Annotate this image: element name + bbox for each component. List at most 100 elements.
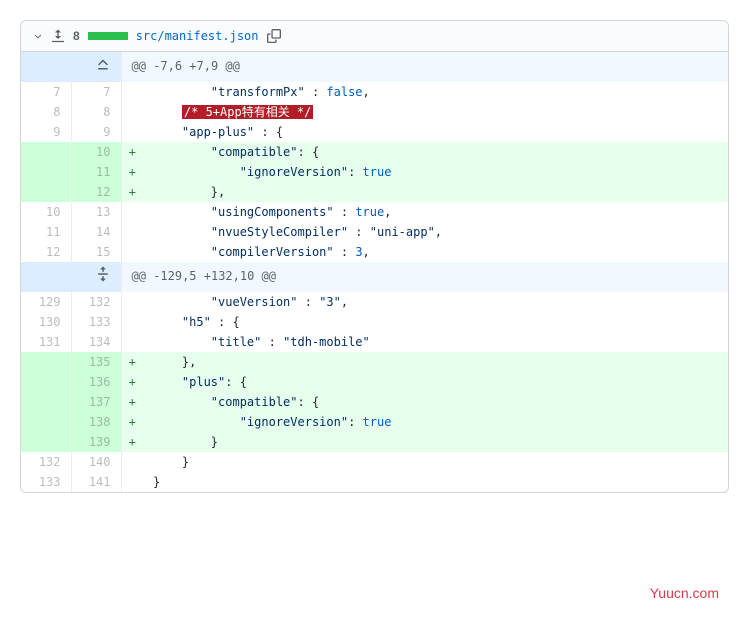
hunk-header-text: @@ -7,6 +7,9 @@ bbox=[121, 52, 728, 82]
old-line-number[interactable] bbox=[21, 162, 71, 182]
code-line[interactable]: "title" : "tdh-mobile" bbox=[143, 332, 728, 352]
new-line-number[interactable]: 8 bbox=[71, 102, 121, 122]
code-line[interactable]: /* 5+App特有相关 */ bbox=[143, 102, 728, 122]
code-line[interactable]: } bbox=[143, 452, 728, 472]
new-line-number[interactable]: 10 bbox=[71, 142, 121, 162]
old-line-number[interactable]: 129 bbox=[21, 292, 71, 312]
new-line-number[interactable]: 135 bbox=[71, 352, 121, 372]
new-line-number[interactable]: 134 bbox=[71, 332, 121, 352]
diff-row: 12+ }, bbox=[21, 182, 728, 202]
diff-row: 1215 "compilerVersion" : 3, bbox=[21, 242, 728, 262]
new-line-number[interactable]: 138 bbox=[71, 412, 121, 432]
diff-row: 10+ "compatible": { bbox=[21, 142, 728, 162]
diff-row: 131134 "title" : "tdh-mobile" bbox=[21, 332, 728, 352]
code-line[interactable]: "usingComponents" : true, bbox=[143, 202, 728, 222]
diff-marker: + bbox=[121, 372, 143, 392]
old-line-number[interactable]: 130 bbox=[21, 312, 71, 332]
expand-button[interactable] bbox=[21, 262, 121, 292]
expand-icon bbox=[95, 266, 111, 282]
old-line-number[interactable] bbox=[21, 372, 71, 392]
code-line[interactable]: "ignoreVersion": true bbox=[143, 412, 728, 432]
chevron-down-icon[interactable] bbox=[33, 31, 43, 41]
new-line-number[interactable]: 133 bbox=[71, 312, 121, 332]
diff-marker: + bbox=[121, 142, 143, 162]
code-line[interactable]: "ignoreVersion": true bbox=[143, 162, 728, 182]
code-line[interactable]: "transformPx" : false, bbox=[143, 82, 728, 102]
old-line-number[interactable] bbox=[21, 142, 71, 162]
code-line[interactable]: "nvueStyleCompiler" : "uni-app", bbox=[143, 222, 728, 242]
hunk-header-row: @@ -129,5 +132,10 @@ bbox=[21, 262, 728, 292]
diff-row: 77 "transformPx" : false, bbox=[21, 82, 728, 102]
new-line-number[interactable]: 15 bbox=[71, 242, 121, 262]
code-line[interactable]: "compilerVersion" : 3, bbox=[143, 242, 728, 262]
diff-row: 138+ "ignoreVersion": true bbox=[21, 412, 728, 432]
diff-marker: + bbox=[121, 182, 143, 202]
diff-marker bbox=[121, 312, 143, 332]
code-line[interactable]: } bbox=[143, 432, 728, 452]
diff-row: 129132 "vueVersion" : "3", bbox=[21, 292, 728, 312]
new-line-number[interactable]: 139 bbox=[71, 432, 121, 452]
diff-row: 135+ }, bbox=[21, 352, 728, 372]
diff-marker bbox=[121, 222, 143, 242]
code-line[interactable]: "app-plus" : { bbox=[143, 122, 728, 142]
code-line[interactable]: "compatible": { bbox=[143, 142, 728, 162]
diff-row: 139+ } bbox=[21, 432, 728, 452]
old-line-number[interactable]: 10 bbox=[21, 202, 71, 222]
old-line-number[interactable] bbox=[21, 432, 71, 452]
old-line-number[interactable] bbox=[21, 182, 71, 202]
diff-row: 130133 "h5" : { bbox=[21, 312, 728, 332]
new-line-number[interactable]: 141 bbox=[71, 472, 121, 492]
old-line-number[interactable]: 8 bbox=[21, 102, 71, 122]
diff-row: 137+ "compatible": { bbox=[21, 392, 728, 412]
code-line[interactable]: "plus": { bbox=[143, 372, 728, 392]
diff-row: 1114 "nvueStyleCompiler" : "uni-app", bbox=[21, 222, 728, 242]
diff-marker bbox=[121, 292, 143, 312]
old-line-number[interactable]: 12 bbox=[21, 242, 71, 262]
diff-marker: + bbox=[121, 392, 143, 412]
old-line-number[interactable]: 9 bbox=[21, 122, 71, 142]
code-line[interactable]: }, bbox=[143, 352, 728, 372]
diff-marker: + bbox=[121, 412, 143, 432]
change-count: 8 bbox=[73, 29, 80, 43]
code-line[interactable]: "compatible": { bbox=[143, 392, 728, 412]
expand-button[interactable] bbox=[21, 52, 121, 82]
new-line-number[interactable]: 11 bbox=[71, 162, 121, 182]
diff-row: 136+ "plus": { bbox=[21, 372, 728, 392]
new-line-number[interactable]: 137 bbox=[71, 392, 121, 412]
diff-marker bbox=[121, 452, 143, 472]
diff-row: 88 /* 5+App特有相关 */ bbox=[21, 102, 728, 122]
diff-table: @@ -7,6 +7,9 @@77 "transformPx" : false,… bbox=[21, 52, 728, 492]
new-line-number[interactable]: 13 bbox=[71, 202, 121, 222]
new-line-number[interactable]: 9 bbox=[71, 122, 121, 142]
diff-row: 11+ "ignoreVersion": true bbox=[21, 162, 728, 182]
old-line-number[interactable]: 7 bbox=[21, 82, 71, 102]
unfold-icon[interactable] bbox=[51, 29, 65, 43]
old-line-number[interactable]: 132 bbox=[21, 452, 71, 472]
new-line-number[interactable]: 7 bbox=[71, 82, 121, 102]
old-line-number[interactable]: 133 bbox=[21, 472, 71, 492]
hunk-header-text: @@ -129,5 +132,10 @@ bbox=[121, 262, 728, 292]
code-line[interactable]: }, bbox=[143, 182, 728, 202]
old-line-number[interactable] bbox=[21, 392, 71, 412]
old-line-number[interactable] bbox=[21, 352, 71, 372]
code-line[interactable]: "h5" : { bbox=[143, 312, 728, 332]
file-path[interactable]: src/manifest.json bbox=[136, 29, 259, 43]
diff-marker bbox=[121, 472, 143, 492]
old-line-number[interactable]: 131 bbox=[21, 332, 71, 352]
old-line-number[interactable]: 11 bbox=[21, 222, 71, 242]
file-header: 8 src/manifest.json bbox=[21, 21, 728, 52]
diff-marker bbox=[121, 82, 143, 102]
expand-icon bbox=[95, 56, 111, 72]
copy-icon[interactable] bbox=[267, 29, 281, 43]
diff-marker: + bbox=[121, 352, 143, 372]
old-line-number[interactable] bbox=[21, 412, 71, 432]
new-line-number[interactable]: 132 bbox=[71, 292, 121, 312]
diff-marker: + bbox=[121, 162, 143, 182]
new-line-number[interactable]: 140 bbox=[71, 452, 121, 472]
new-line-number[interactable]: 12 bbox=[71, 182, 121, 202]
code-line[interactable]: "vueVersion" : "3", bbox=[143, 292, 728, 312]
new-line-number[interactable]: 136 bbox=[71, 372, 121, 392]
code-line[interactable]: } bbox=[143, 472, 728, 492]
new-line-number[interactable]: 14 bbox=[71, 222, 121, 242]
diff-marker bbox=[121, 102, 143, 122]
